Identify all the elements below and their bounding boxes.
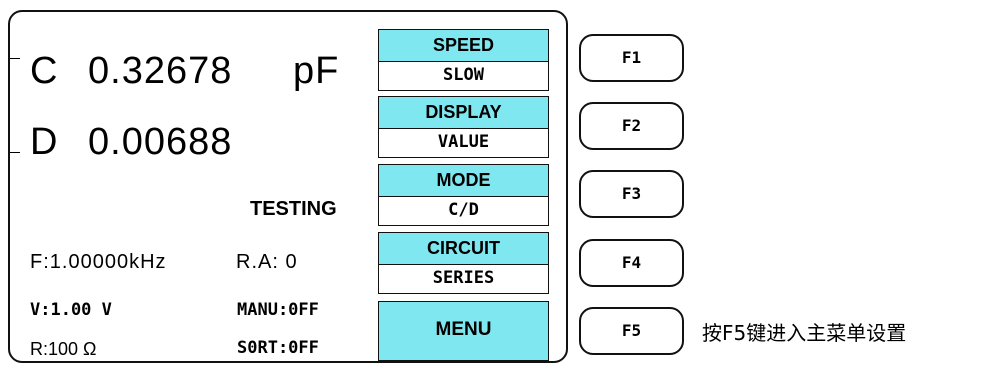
frequency-readout: F:1.00000kHz (30, 251, 167, 273)
f5-button[interactable]: F5 (579, 307, 684, 355)
voltage-readout: V:1.00 V (30, 300, 112, 320)
softkey-mode-label: MODE (379, 165, 548, 196)
softkey-mode[interactable]: MODE C/D (378, 164, 549, 226)
f2-button[interactable]: F2 (579, 102, 684, 150)
softkey-speed[interactable]: SPEED SLOW (378, 29, 549, 91)
range-readout: R.A: 0 (236, 251, 298, 273)
testing-status: TESTING (250, 198, 337, 220)
f3-button[interactable]: F3 (579, 170, 684, 218)
menu-button[interactable]: MENU (378, 301, 549, 361)
softkey-circuit-label: CIRCUIT (379, 233, 548, 264)
menu-hint-text: 按F5键进入主菜单设置 (702, 321, 907, 345)
softkey-display-label: DISPLAY (379, 97, 548, 128)
softkey-circuit[interactable]: CIRCUIT SERIES (378, 232, 549, 294)
primary-unit: pF (293, 50, 340, 92)
f1-button[interactable]: F1 (579, 34, 684, 82)
primary-param-label: C (30, 50, 59, 92)
secondary-value: 0.00688 (88, 121, 233, 163)
sort-readout: S0RT:0FF (237, 338, 319, 358)
f4-button[interactable]: F4 (579, 239, 684, 287)
softkey-circuit-value: SERIES (379, 264, 548, 293)
softkey-speed-label: SPEED (379, 30, 548, 61)
softkey-display-value: VALUE (379, 128, 548, 157)
softkey-speed-value: SLOW (379, 61, 548, 90)
manual-readout: MANU:0FF (237, 300, 319, 320)
primary-value: 0.32678 (88, 50, 233, 92)
softkey-display[interactable]: DISPLAY VALUE (378, 96, 549, 158)
resistance-readout: R:100 Ω (30, 339, 97, 359)
screen-tick-mark (10, 58, 20, 59)
softkey-mode-value: C/D (379, 196, 548, 225)
secondary-param-label: D (30, 121, 59, 163)
screen-tick-mark (10, 152, 20, 153)
